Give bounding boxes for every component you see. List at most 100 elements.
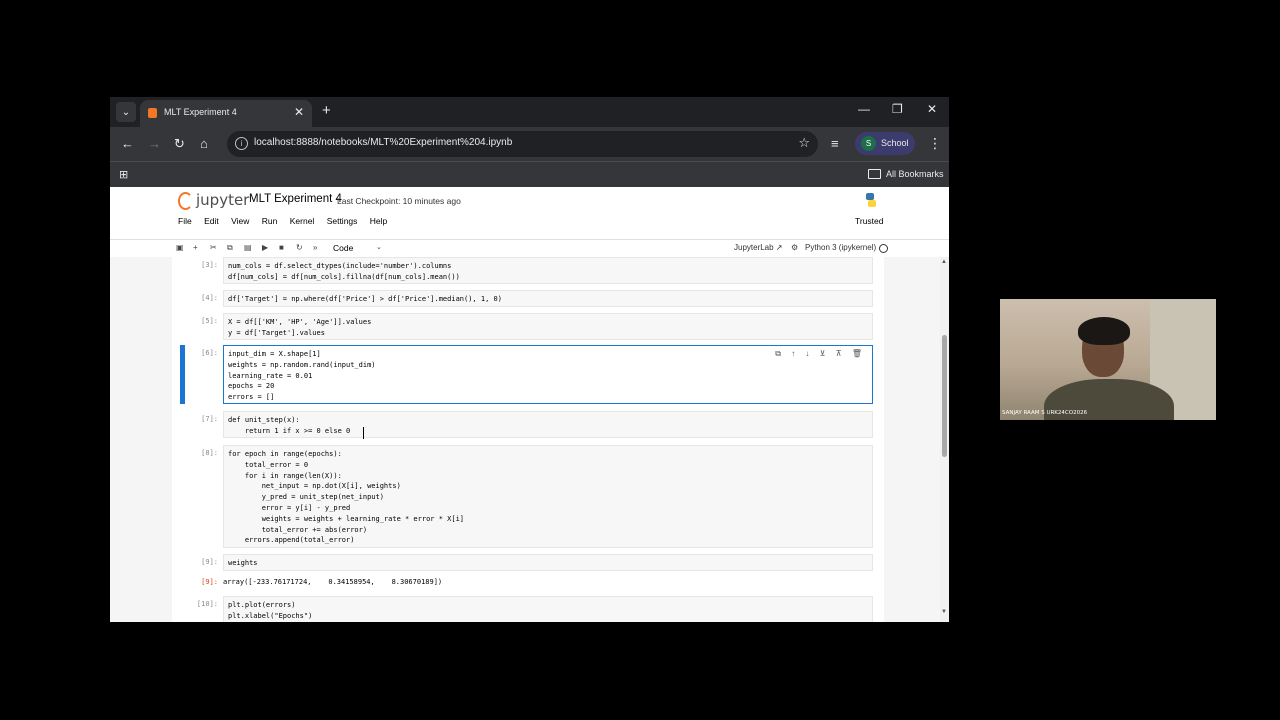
menu-help[interactable]: Help	[370, 216, 387, 226]
all-bookmarks-link[interactable]: All Bookmarks	[886, 169, 944, 179]
copy-icon[interactable]: ⧉	[227, 243, 233, 253]
code-line: for i in range(len(X)):	[228, 471, 342, 480]
media-controls-icon[interactable]: ≡	[831, 136, 839, 151]
reload-icon[interactable]: ↻	[174, 136, 185, 152]
menu-view[interactable]: View	[231, 216, 249, 226]
cell-type-select[interactable]: Code	[333, 243, 353, 253]
python-logo-icon	[866, 193, 876, 207]
code-line: errors = []	[228, 393, 275, 402]
cell-prompt: [9]:	[201, 558, 218, 566]
browser-toolbar: ← → ↻ ⌂ i localhost:8888/notebooks/MLT%2…	[110, 127, 949, 161]
notebook-page: [3]: num_cols = df.select_dtypes(include…	[172, 257, 884, 622]
move-down-icon[interactable]: ↓	[805, 349, 809, 358]
fast-forward-icon[interactable]: »	[313, 243, 317, 252]
code-editor[interactable]: plt.plot(errors) plt.xlabel("Epochs")	[223, 596, 873, 622]
code-line: num_cols = df.select_dtypes(include='num…	[228, 262, 452, 270]
code-line: df['Target'] = np.where(df['Price'] > df…	[228, 295, 502, 303]
browser-tab[interactable]: MLT Experiment 4 ✕	[140, 100, 312, 127]
checkpoint-status: Last Checkpoint: 10 minutes ago	[337, 196, 461, 206]
cell-prompt: [3]:	[201, 261, 218, 269]
jupyter-logo[interactable]: jupyter	[196, 191, 249, 209]
code-line: y = df['Target'].values	[228, 328, 325, 337]
notebook-scrollbar[interactable]: ▲ ▼	[940, 257, 949, 622]
site-info-icon[interactable]: i	[235, 137, 248, 150]
code-editor[interactable]: num_cols = df.select_dtypes(include='num…	[223, 257, 873, 284]
restore-icon[interactable]: ❐	[892, 102, 903, 116]
code-line: return 1 if x >= 0 else 0	[228, 426, 351, 435]
menu-run[interactable]: Run	[262, 216, 278, 226]
code-line: learning_rate = 0.01	[228, 371, 313, 380]
forward-icon[interactable]: →	[148, 136, 161, 151]
code-line: weights = weights + learning_rate * erro…	[228, 514, 465, 523]
code-editor[interactable]: weights	[223, 554, 873, 571]
bookmarks-bar: ⊞ All Bookmarks	[110, 161, 949, 188]
notebook-toolbar: ▣ + ✂ ⧉ ▤ ▶ ■ ↻ » Code ⌄ JupyterLab ↗ ⚙ …	[110, 240, 949, 258]
menu-kernel[interactable]: Kernel	[290, 216, 315, 226]
new-tab-icon[interactable]: +	[322, 102, 331, 119]
apps-grid-icon[interactable]: ⊞	[119, 168, 128, 181]
text-cursor-icon	[363, 427, 364, 439]
code-line: input_dim = X.shape[1]	[228, 350, 321, 358]
code-editor[interactable]: def unit_step(x): return 1 if x >= 0 els…	[223, 411, 873, 438]
code-line: weights	[228, 559, 258, 567]
browser-window: ⌄ MLT Experiment 4 ✕ + — ❐ ✕ ← → ↻ ⌂ i l…	[110, 97, 949, 622]
code-editor[interactable]: ⧉ ↑ ↓ ⊻ ⊼ 🗑 input_dim = X.shape[1] weigh…	[223, 345, 873, 404]
profile-avatar: S	[861, 136, 876, 151]
minimize-icon[interactable]: —	[858, 102, 870, 116]
code-line: X = df[['KM', 'HP', 'Age']].values	[228, 318, 372, 326]
code-editor[interactable]: df['Target'] = np.where(df['Price'] > df…	[223, 290, 873, 307]
save-icon[interactable]: ▣	[176, 243, 184, 252]
duplicate-cell-icon[interactable]: ⧉	[775, 349, 781, 358]
home-icon[interactable]: ⌂	[200, 136, 208, 151]
output-prompt: [9]:	[201, 578, 218, 586]
profile-button[interactable]: S School	[855, 132, 915, 155]
cell-prompt: [7]:	[201, 415, 218, 423]
kernel-name[interactable]: Python 3 (ipykernel)	[805, 243, 876, 252]
run-icon[interactable]: ▶	[262, 243, 268, 252]
trusted-indicator[interactable]: Trusted	[855, 216, 884, 226]
cut-icon[interactable]: ✂	[210, 243, 217, 252]
menu-settings[interactable]: Settings	[327, 216, 358, 226]
scrollbar-thumb[interactable]	[942, 335, 947, 457]
paste-icon[interactable]: ▤	[244, 243, 252, 252]
cell-prompt: [4]:	[201, 294, 218, 302]
jupyter-header: jupyter MLT Experiment 4 Last Checkpoint…	[110, 187, 949, 240]
menu-edit[interactable]: Edit	[204, 216, 219, 226]
close-tab-icon[interactable]: ✕	[294, 105, 304, 119]
notebook-title[interactable]: MLT Experiment 4	[249, 193, 342, 205]
address-bar[interactable]: i localhost:8888/notebooks/MLT%20Experim…	[227, 131, 818, 157]
code-line: weights = np.random.rand(input_dim)	[228, 360, 376, 369]
code-line: def unit_step(x):	[228, 416, 300, 424]
code-line: plt.plot(errors)	[228, 601, 296, 609]
back-icon[interactable]: ←	[121, 136, 134, 151]
scroll-up-icon[interactable]: ▲	[941, 259, 947, 265]
tab-search-icon[interactable]: ⌄	[116, 102, 136, 122]
code-line: errors.append(total_error)	[228, 536, 355, 545]
code-editor[interactable]: for epoch in range(epochs): total_error …	[223, 445, 873, 548]
jupyter-logo-icon	[178, 192, 193, 210]
chevron-down-icon[interactable]: ⌄	[376, 243, 382, 251]
delete-cell-icon[interactable]: 🗑	[852, 349, 862, 358]
scroll-down-icon[interactable]: ▼	[941, 609, 947, 615]
webcam-person-hair	[1078, 317, 1130, 345]
move-up-icon[interactable]: ↑	[791, 349, 795, 358]
code-line: net_input = np.dot(X[i], weights)	[228, 482, 401, 491]
insert-below-icon[interactable]: ⊼	[836, 349, 842, 358]
code-line: epochs = 20	[228, 382, 275, 391]
url-text[interactable]: localhost:8888/notebooks/MLT%20Experimen…	[254, 137, 512, 148]
restart-icon[interactable]: ↻	[296, 243, 303, 252]
code-line: for epoch in range(epochs):	[228, 450, 342, 458]
stop-icon[interactable]: ■	[279, 243, 284, 252]
bookmark-star-icon[interactable]: ☆	[798, 135, 810, 151]
close-window-icon[interactable]: ✕	[927, 102, 937, 116]
cell-prompt: [10]:	[196, 600, 218, 608]
code-line: total_error = 0	[228, 460, 309, 469]
insert-above-icon[interactable]: ⊻	[820, 349, 826, 358]
menu-file[interactable]: File	[178, 216, 192, 226]
browser-menu-icon[interactable]: ⋮	[928, 135, 942, 152]
gear-icon[interactable]: ⚙	[791, 243, 798, 252]
code-line: total_error += abs(error)	[228, 525, 368, 534]
insert-cell-icon[interactable]: +	[193, 243, 198, 252]
jupyterlab-link[interactable]: JupyterLab ↗	[734, 243, 783, 252]
code-editor[interactable]: X = df[['KM', 'HP', 'Age']].values y = d…	[223, 313, 873, 340]
